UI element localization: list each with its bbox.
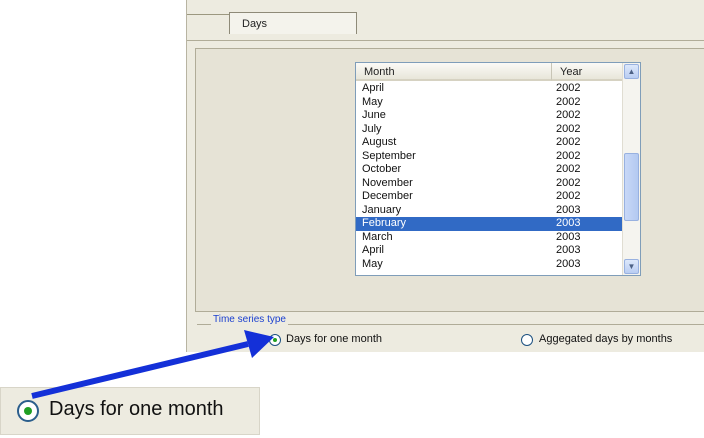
callout-arrow-icon (31, 330, 274, 399)
arrow-head (244, 330, 274, 358)
arrow-shaft (31, 341, 249, 399)
